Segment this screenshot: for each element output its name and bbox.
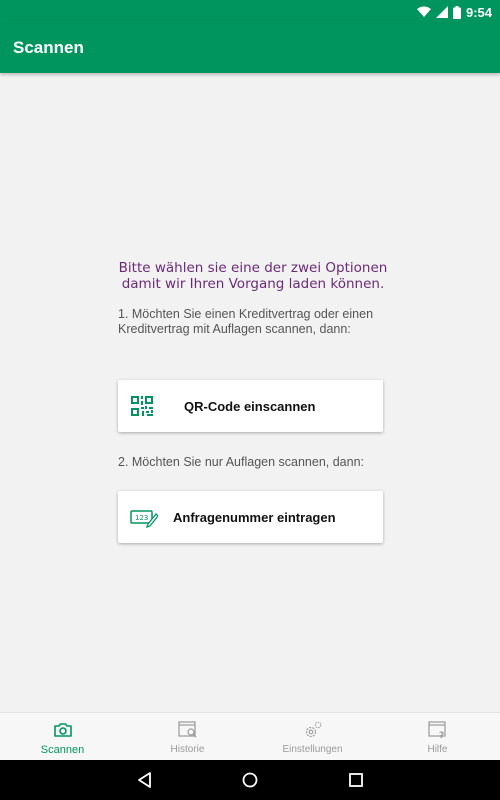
option-1-text: 1. Möchten Sie einen Kreditvertrag oder … — [118, 307, 374, 336]
system-navigation-bar — [0, 760, 500, 800]
nav-item-scannen[interactable]: Scannen — [0, 713, 125, 760]
enter-request-number-label: Anfragenummer eintragen — [173, 510, 336, 525]
home-icon[interactable] — [240, 770, 260, 790]
instruction-prompt: Bitte wählen sie eine der zwei Optionen … — [118, 260, 388, 292]
prompt-line-1: Bitte wählen sie eine der zwei Optionen — [118, 260, 388, 276]
status-time: 9:54 — [465, 4, 492, 20]
nav-item-hilfe[interactable]: ? Hilfe — [375, 713, 500, 760]
option-2-text: 2. Möchten Sie nur Auflagen scannen, dan… — [118, 455, 365, 469]
number-input-pencil-icon: 123 — [130, 510, 158, 528]
back-icon[interactable] — [135, 770, 155, 790]
svg-text:?: ? — [439, 731, 444, 740]
app-bar: Scannen — [0, 24, 500, 73]
nav-label-scannen: Scannen — [40, 744, 85, 756]
bottom-navigation: Scannen Historie Einstellungen ? Hilfe — [0, 712, 500, 760]
qr-scan-button-label: QR-Code einscannen — [184, 399, 316, 414]
recents-icon[interactable] — [346, 770, 366, 790]
wifi-icon — [416, 6, 431, 17]
nav-label-einstellungen: Einstellungen — [282, 744, 343, 755]
history-search-icon — [177, 721, 196, 738]
svg-text:123: 123 — [135, 514, 148, 522]
qr-code-icon — [131, 396, 153, 416]
nav-item-historie[interactable]: Historie — [125, 713, 250, 760]
nav-label-hilfe: Hilfe — [427, 744, 448, 755]
camera-icon — [53, 723, 72, 737]
battery-icon — [452, 5, 461, 19]
page-title: Scannen — [13, 38, 84, 57]
nav-item-einstellungen[interactable]: Einstellungen — [250, 713, 375, 760]
status-bar: 9:54 — [0, 0, 500, 24]
signal-icon — [435, 6, 448, 18]
settings-gear-icon — [305, 721, 321, 738]
prompt-line-2: damit wir Ihren Vorgang laden können. — [121, 276, 385, 292]
help-icon: ? — [427, 721, 446, 740]
enter-request-number-button[interactable]: 123 Anfragenummer eintragen — [118, 491, 383, 543]
scan-content: Bitte wählen sie eine der zwei Optionen … — [0, 73, 500, 712]
qr-scan-button[interactable]: QR-Code einscannen — [118, 380, 383, 432]
nav-label-historie: Historie — [170, 744, 205, 755]
